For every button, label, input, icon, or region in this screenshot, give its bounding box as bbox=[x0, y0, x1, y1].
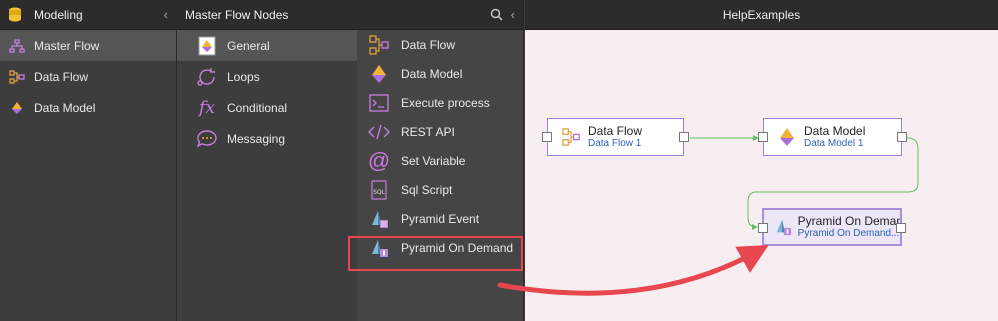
app-window: Modeling ‹ Master Flow Data Flow Data Mo… bbox=[0, 0, 998, 321]
connector-overlay bbox=[497, 135, 919, 296]
callout-arrow bbox=[497, 245, 769, 296]
connector-line bbox=[747, 137, 919, 230]
